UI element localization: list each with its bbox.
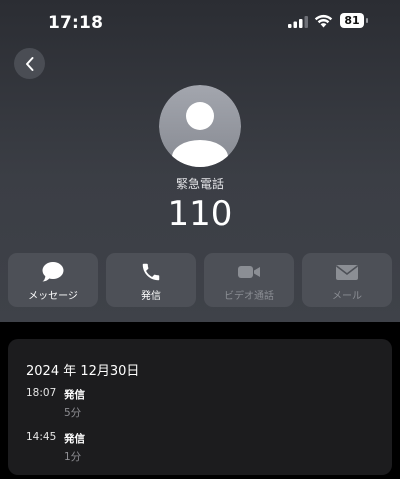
battery-indicator: 81 [340, 13, 369, 29]
battery-level: 81 [340, 13, 364, 28]
mail-icon [336, 265, 358, 280]
call-history-entry: 18:07 発信 5分 [8, 387, 392, 427]
message-button[interactable]: メッセージ [8, 253, 98, 307]
call-history-entry: 14:45 発信 1分 [8, 431, 392, 471]
back-button[interactable] [14, 48, 45, 79]
status-bar: 17:18 81 [0, 0, 400, 44]
contact-label: 緊急電話 [175, 177, 224, 191]
call-type: 発信 [64, 433, 85, 445]
contact-number: 110 [167, 194, 233, 234]
call-history-card: 2024 年 12月30日 18:07 発信 5分 14:45 発信 1分 [8, 339, 392, 475]
call-duration: 5分 [64, 407, 82, 419]
call-time: 14:45 [26, 431, 57, 443]
status-time: 17:18 [48, 13, 104, 33]
wifi-icon [314, 14, 333, 28]
action-buttons: メッセージ 発信 ビデオ通話 メール [8, 253, 393, 307]
history-date: 2024 年 12月30日 [26, 364, 140, 379]
message-button-label: メッセージ [28, 291, 78, 302]
mail-button-label: メール [332, 291, 362, 302]
video-call-button-label: ビデオ通話 [224, 291, 274, 302]
call-button-label: 発信 [141, 291, 161, 302]
mail-button[interactable]: メール [302, 253, 392, 307]
video-call-button[interactable]: ビデオ通話 [204, 253, 294, 307]
call-button[interactable]: 発信 [106, 253, 196, 307]
call-type: 発信 [64, 389, 85, 401]
avatar [159, 85, 241, 167]
battery-tip [366, 18, 368, 23]
cellular-signal-icon [288, 16, 308, 28]
message-icon [42, 262, 64, 282]
phone-icon [142, 263, 160, 281]
video-icon [238, 266, 260, 278]
person-silhouette-icon [159, 85, 241, 167]
call-time: 18:07 [26, 387, 57, 399]
chevron-left-icon [25, 56, 33, 71]
call-duration: 1分 [64, 451, 82, 463]
